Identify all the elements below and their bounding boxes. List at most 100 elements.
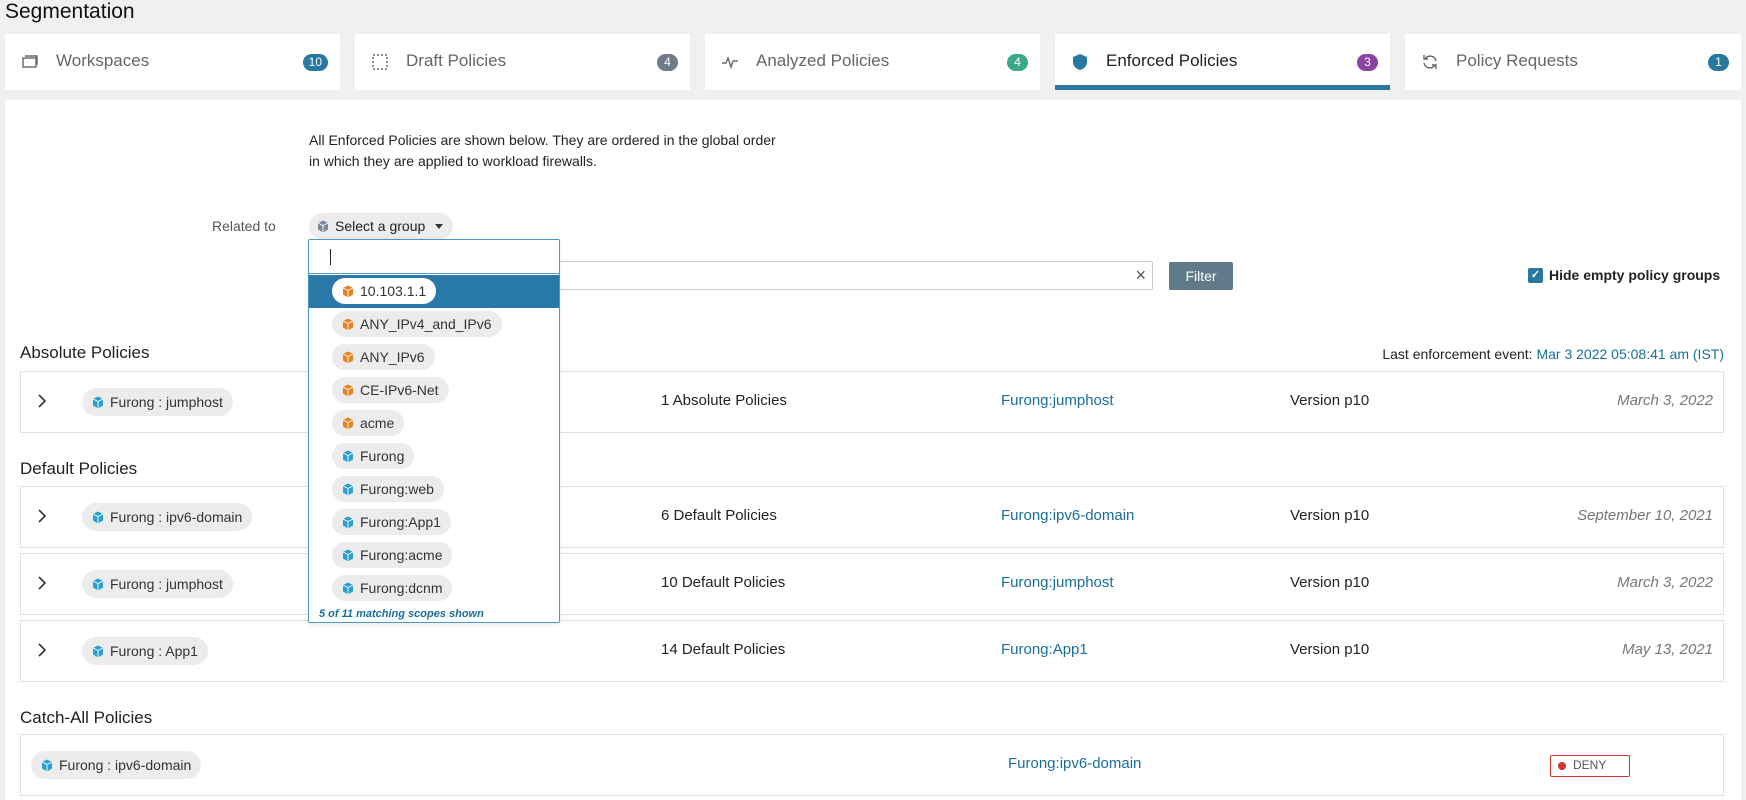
group-option[interactable]: Furong:dcnm: [309, 572, 559, 605]
cube-icon: [92, 511, 104, 523]
tab-workspaces[interactable]: Workspaces 10: [5, 34, 340, 90]
scope-pill[interactable]: Furong : ipv6-domain: [82, 503, 253, 531]
select-group-label: Select a group: [335, 218, 426, 234]
enforced-date: March 3, 2022: [1617, 574, 1713, 591]
group-option-label: acme: [360, 415, 395, 431]
version-label: Version p10: [1290, 641, 1370, 658]
group-option-pill: 10.103.1.1: [332, 278, 437, 304]
checkbox-checked-icon[interactable]: ✓: [1528, 267, 1543, 283]
version-label: Version p10: [1290, 507, 1370, 524]
policy-row[interactable]: Furong : App1 14 Default Policies Furong…: [20, 620, 1724, 682]
tab-label: Analyzed Policies: [756, 51, 890, 70]
group-option[interactable]: acme: [309, 407, 559, 440]
section-title-default: Default Policies: [20, 459, 138, 478]
policy-row[interactable]: Furong : jumphost 10 Default Policies Fu…: [20, 553, 1724, 615]
tab-draft-policies[interactable]: Draft Policies 4: [355, 34, 690, 90]
tab-label: Enforced Policies: [1106, 51, 1238, 70]
enforced-date: March 3, 2022: [1617, 392, 1713, 409]
cube-icon: [41, 759, 53, 771]
policy-row[interactable]: Furong : ipv6-domain 6 Default Policies …: [20, 486, 1724, 548]
scope-link[interactable]: Furong:jumphost: [1001, 574, 1114, 591]
group-option-label: ANY_IPv6: [360, 349, 425, 365]
cube-icon: [342, 450, 354, 462]
version-label: Version p10: [1290, 574, 1370, 591]
hide-empty-label: Hide empty policy groups: [1549, 267, 1721, 283]
group-option-label: CE-IPv6-Net: [360, 382, 439, 398]
chevron-right-icon[interactable]: [33, 391, 51, 411]
group-option[interactable]: Furong:acme: [309, 539, 559, 572]
deny-action-badge: DENY: [1550, 755, 1630, 777]
tab-label: Draft Policies: [406, 51, 507, 70]
group-option-label: Furong:dcnm: [360, 580, 443, 596]
group-option[interactable]: Furong:App1: [309, 506, 559, 539]
last-event-link[interactable]: Mar 3 2022 05:08:41 am (IST): [1536, 346, 1724, 362]
related-to-label: Related to: [212, 218, 276, 234]
group-option-pill: ANY_IPv4_and_IPv6: [332, 311, 502, 337]
chevron-right-icon[interactable]: [33, 640, 51, 660]
group-option[interactable]: ANY_IPv6: [309, 341, 559, 374]
scope-link[interactable]: Furong:ipv6-domain: [1008, 755, 1141, 772]
catch-all-row[interactable]: Furong : ipv6-domain Furong:ipv6-domain …: [20, 734, 1724, 796]
filter-input[interactable]: ×: [540, 261, 1153, 290]
content-panel: [5, 100, 1741, 800]
scope-pill[interactable]: Furong : jumphost: [82, 570, 233, 598]
cube-icon: [342, 318, 354, 330]
tab-count-badge: 4: [1007, 54, 1028, 71]
group-option[interactable]: CE-IPv6-Net: [309, 374, 559, 407]
group-option-label: Furong:App1: [360, 514, 441, 530]
group-option-pill: ANY_IPv6: [332, 344, 435, 370]
draft-icon: [372, 54, 388, 70]
tab-enforced-policies[interactable]: Enforced Policies 3: [1055, 34, 1390, 90]
matching-scopes-footer: 5 of 11 matching scopes shown: [319, 608, 484, 620]
group-option-label: Furong: [360, 448, 405, 464]
tab-policy-requests[interactable]: Policy Requests 1: [1405, 34, 1741, 90]
clear-icon[interactable]: ×: [1135, 266, 1146, 284]
scope-link[interactable]: Furong:App1: [1001, 641, 1088, 658]
filter-button[interactable]: Filter: [1169, 262, 1233, 290]
version-label: Version p10: [1290, 392, 1370, 409]
cube-icon: [342, 417, 354, 429]
select-group-dropdown[interactable]: Select a group: [309, 213, 454, 239]
group-option-label: ANY_IPv4_and_IPv6: [360, 316, 492, 332]
policy-count: 6 Default Policies: [661, 507, 777, 524]
cube-icon: [92, 396, 104, 408]
scope-link[interactable]: Furong:ipv6-domain: [1001, 507, 1134, 524]
cube-icon: [92, 645, 104, 657]
group-option-pill: Furong:App1: [332, 509, 451, 535]
tab-label: Policy Requests: [1456, 51, 1578, 70]
group-option[interactable]: Furong: [309, 440, 559, 473]
chevron-right-icon[interactable]: [33, 506, 51, 526]
cube-icon: [342, 384, 354, 396]
policy-count: 1 Absolute Policies: [661, 392, 787, 409]
scope-label: Furong : ipv6-domain: [110, 509, 243, 525]
tab-count-badge: 4: [657, 54, 678, 71]
chevron-right-icon[interactable]: [33, 573, 51, 593]
cube-icon: [342, 285, 354, 297]
group-option[interactable]: Furong:web: [309, 473, 559, 506]
group-option-pill: Furong: [332, 443, 415, 469]
group-dropdown-menu: 10.103.1.1 ANY_IPv4_and_IPv6 ANY_IPv6 CE-IP…: [308, 239, 560, 623]
tab-label: Workspaces: [56, 51, 150, 70]
cube-icon: [342, 483, 354, 495]
scope-pill[interactable]: Furong : App1: [82, 637, 208, 665]
page-description: All Enforced Policies are shown below. T…: [309, 132, 776, 169]
tab-count-badge: 10: [302, 54, 328, 71]
scope-pill[interactable]: Furong : ipv6-domain: [31, 751, 202, 779]
group-option-label: Furong:web: [360, 481, 434, 497]
group-option[interactable]: 10.103.1.1: [309, 275, 559, 308]
last-enforcement-event: Last enforcement event: Mar 3 2022 05:08…: [1382, 346, 1724, 362]
pulse-icon: [722, 55, 738, 70]
scope-label: Furong : App1: [110, 643, 198, 659]
hide-empty-toggle[interactable]: ✓ Hide empty policy groups: [1528, 267, 1720, 283]
tab-count-badge: 3: [1357, 54, 1378, 71]
scope-pill[interactable]: Furong : jumphost: [82, 388, 233, 416]
last-event-label: Last enforcement event:: [1382, 346, 1533, 362]
policy-row[interactable]: Furong : jumphost 1 Absolute Policies Fu…: [20, 371, 1724, 433]
tab-analyzed-policies[interactable]: Analyzed Policies 4: [705, 34, 1040, 90]
group-option[interactable]: ANY_IPv4_and_IPv6: [309, 308, 559, 341]
group-option-pill: Furong:dcnm: [332, 575, 453, 601]
group-search-input[interactable]: [309, 240, 559, 274]
cube-icon: [342, 582, 354, 594]
scope-link[interactable]: Furong:jumphost: [1001, 392, 1114, 409]
group-option-pill: Furong:acme: [332, 542, 453, 568]
